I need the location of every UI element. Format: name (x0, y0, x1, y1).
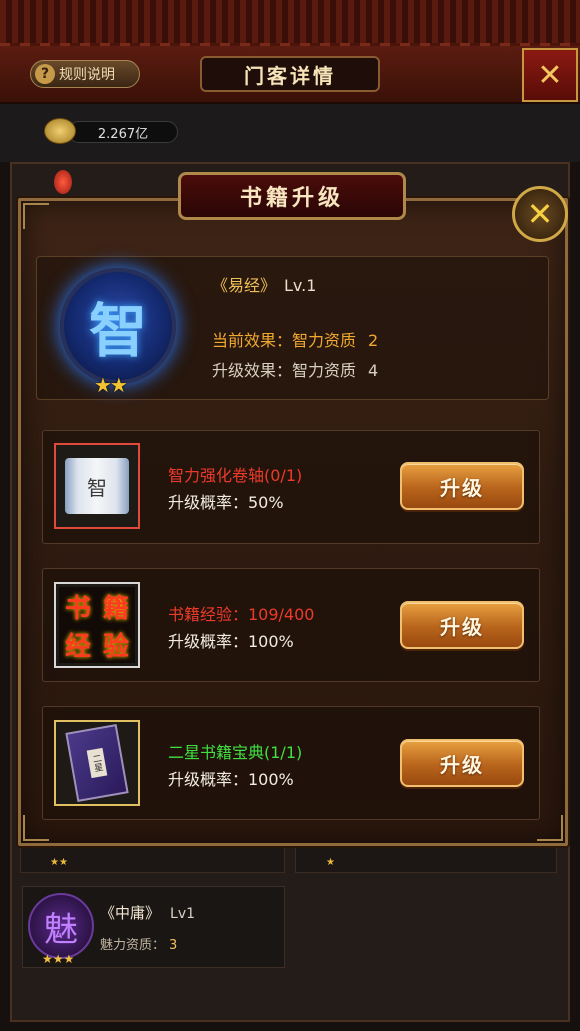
upgrade-effect-value: 4 (368, 361, 379, 380)
currency-amount: 2.267亿 (68, 121, 178, 143)
current-effect: 当前效果：智力资质 2 (212, 327, 378, 351)
exp-icon-char: 书 (64, 593, 91, 624)
lantern-icon (54, 170, 72, 194)
upgrade-effect-label: 升级效果：智力资质 (212, 361, 357, 380)
tome-icon: 二星 (65, 724, 129, 802)
book-stars: ★★ (94, 373, 128, 397)
intelligence-book-icon: 智 (60, 268, 176, 384)
close-icon: ✕ (526, 195, 554, 233)
book-stars: ★★★ (42, 952, 75, 966)
option-rate: 升级概率：50% (168, 493, 284, 512)
upgrade-button[interactable]: 升级 (400, 601, 524, 649)
background-card-stars: ★★ (50, 857, 68, 868)
upgrade-button[interactable]: 升级 (400, 739, 524, 787)
tome-item-icon: 二星 (54, 720, 140, 806)
coin-icon (44, 118, 76, 144)
page-title: 门客详情 (200, 56, 380, 92)
background-card-stars: ★ (326, 857, 335, 868)
exp-icon-char: 籍 (102, 593, 129, 624)
scroll-item-icon: 智 (54, 443, 140, 529)
roof-decoration (0, 0, 580, 51)
upgrade-button[interactable]: 升级 (400, 462, 524, 510)
option-name: 二星书籍宝典(1/1) (168, 743, 303, 762)
dialog-close-button[interactable]: ✕ (512, 186, 568, 242)
charm-book-icon: 魅 (28, 893, 94, 959)
book-name: 《中庸》 (100, 904, 161, 922)
current-effect-label: 当前效果：智力资质 (212, 331, 357, 350)
upgrade-effect: 升级效果：智力资质 4 (212, 357, 378, 381)
book-name: 《易经》 (212, 276, 277, 295)
book-level: Lv1 (170, 906, 196, 922)
option-name: 智力强化卷轴(0/1) (168, 466, 303, 485)
attribute-label: 魅力资质： (100, 938, 166, 953)
dialog-title: 书籍升级 (178, 172, 406, 220)
page-close-button[interactable]: ✕ (522, 48, 578, 102)
background-book-title: 《中庸》 Lv1 (100, 902, 195, 923)
corner-ornament (537, 815, 563, 841)
book-exp-icon: 书 籍 经 验 (59, 587, 135, 663)
option-name: 书籍经验：109/400 (168, 605, 315, 624)
rules-label: 规则说明 (59, 67, 115, 83)
question-icon: ? (35, 64, 55, 84)
rules-button[interactable]: ? 规则说明 (30, 60, 140, 88)
scroll-icon: 智 (65, 458, 129, 514)
tome-label: 二星 (86, 747, 108, 779)
background-book-attribute: 魅力资质： 3 (100, 934, 177, 953)
book-level: Lv.1 (284, 276, 317, 295)
exp-icon-char: 经 (64, 631, 91, 662)
book-exp-item-icon: 书 籍 经 验 (54, 582, 140, 668)
corner-ornament (23, 203, 49, 229)
attribute-value: 3 (169, 938, 178, 953)
option-rate: 升级概率：100% (168, 770, 294, 789)
exp-icon-char: 验 (102, 631, 129, 662)
option-rate: 升级概率：100% (168, 632, 294, 651)
current-effect-value: 2 (368, 331, 379, 350)
book-title: 《易经》 Lv.1 (212, 272, 316, 296)
close-icon: ✕ (537, 57, 563, 93)
